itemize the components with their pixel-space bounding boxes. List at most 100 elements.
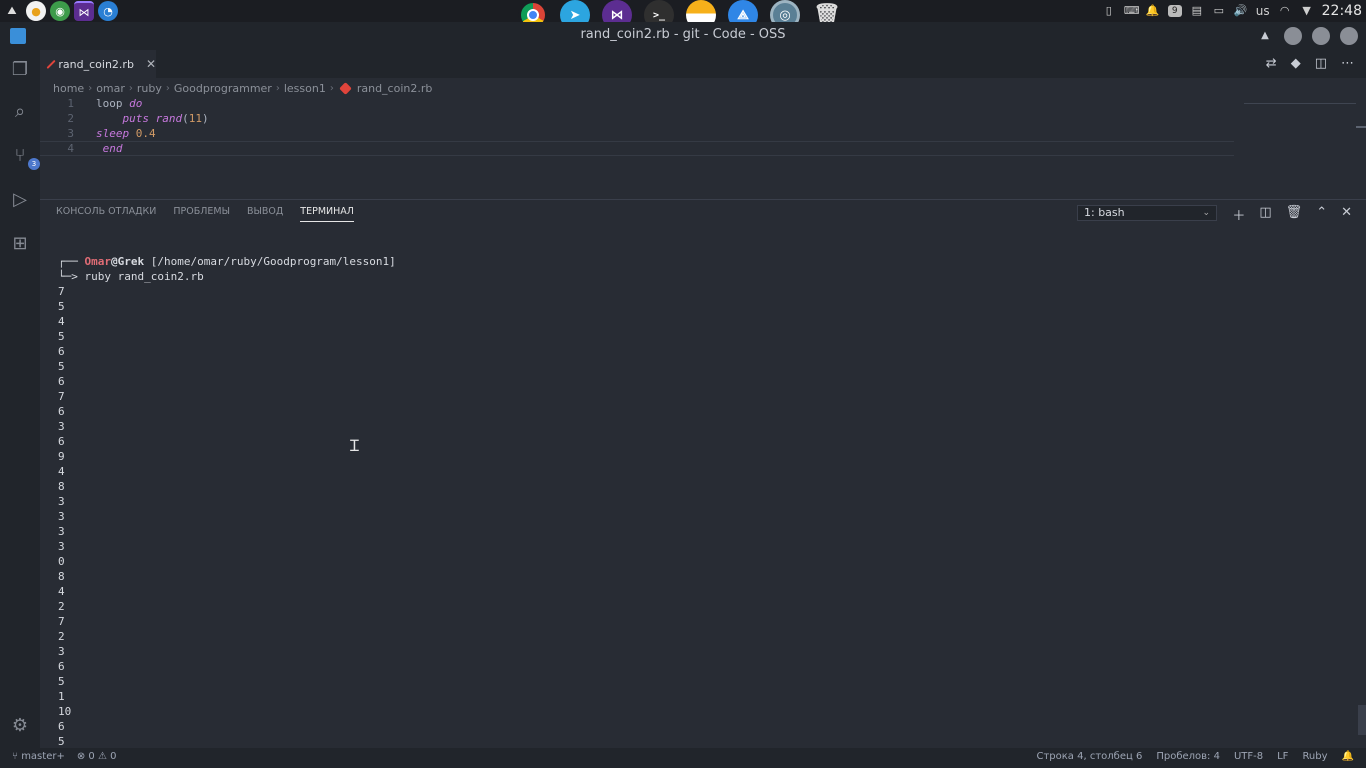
system-tray-right: ▯ ⌨ 🔔 9 ▤ ▭ 🔊 us ◠ ▼ 22:48 [1102, 0, 1362, 22]
minimize-button[interactable] [1284, 27, 1302, 45]
storage-icon[interactable]: ▤ [1190, 5, 1204, 17]
browser-taskbar-icon[interactable]: ◔ [98, 1, 118, 21]
chrome-taskbar-icon[interactable]: ◉ [50, 1, 70, 21]
terminal-output-line: 5 [58, 360, 65, 373]
terminal-select[interactable]: 1: bash ⌄ [1077, 205, 1217, 221]
tab-rand-coin2[interactable]: rand_coin2.rb ✕ [40, 50, 156, 78]
language-mode[interactable]: Ruby [1302, 751, 1327, 762]
trash-icon[interactable]: 🗑 [1286, 205, 1303, 224]
tab-terminal[interactable]: ТЕРМИНАЛ [300, 206, 354, 222]
scm-badge: 3 [28, 158, 40, 170]
window-controls: ▲ [1256, 27, 1358, 45]
split-terminal-icon[interactable]: ◫ [1259, 205, 1271, 224]
maximize-panel-icon[interactable]: ⌃ [1316, 205, 1327, 224]
explorer-icon[interactable]: ❐ [8, 58, 32, 82]
command-prefix: └─> [58, 270, 85, 283]
close-panel-icon[interactable]: ✕ [1341, 205, 1352, 224]
editor-scrollbar[interactable] [1356, 126, 1366, 128]
branch-indicator[interactable]: ⑂ master+ [12, 751, 65, 762]
search-icon[interactable]: ⌕ [8, 100, 32, 124]
notifications-bell-icon[interactable]: 🔔 [1342, 751, 1354, 762]
code-line-current[interactable]: 4 end [40, 141, 1234, 156]
breadcrumb-ruby[interactable]: ruby [137, 82, 162, 95]
breadcrumb-chevron-icon: › [128, 82, 133, 94]
command-text: ruby rand_coin2.rb [84, 270, 204, 283]
error-count: 0 [88, 751, 95, 762]
breadcrumb-file[interactable]: rand_coin2.rb [357, 82, 433, 95]
code-line[interactable]: 3 sleep 0.4 [40, 126, 1234, 141]
encoding[interactable]: UTF-8 [1234, 751, 1263, 762]
menu-arrow-icon[interactable]: ▼ [1300, 5, 1314, 17]
terminal-output-lines: 7 5 4 5 6 5 6 7 6 3 6 9 4 8 3 3 3 3 0 8 4 2 7 2 3 6 5 1 10 6 5 [58, 284, 396, 749]
problems-indicator[interactable]: ⊗ 0 ⚠ 0 [77, 751, 117, 762]
source-control-icon[interactable]: ⑂ 3 [8, 144, 40, 170]
terminal-output[interactable]: ┌── Omar@Grek [/home/omar/ruby/Goodprogr… [58, 254, 396, 749]
terminal-output-line: 0 [58, 555, 65, 568]
terminal-output-line: 6 [58, 660, 65, 673]
tab-problems[interactable]: ПРОБЛЕМЫ [173, 206, 230, 222]
keyboard-icon[interactable]: ⌨ [1124, 5, 1140, 17]
maximize-button[interactable] [1312, 27, 1330, 45]
bell-icon[interactable]: 🔔 [1146, 5, 1160, 17]
close-button[interactable] [1340, 27, 1358, 45]
keep-above-icon[interactable]: ▲ [1256, 27, 1274, 45]
branch-name: master+ [21, 751, 65, 762]
cursor-position[interactable]: Строка 4, столбец 6 [1036, 751, 1142, 762]
breadcrumb-lesson1[interactable]: lesson1 [284, 82, 326, 95]
code-editor[interactable]: 1 loop do 2 puts rand(11) 3 sleep 0.4 4 … [40, 96, 1366, 198]
terminal-output-line: 8 [58, 480, 65, 493]
volume-icon[interactable]: 🔊 [1234, 5, 1248, 17]
code-line[interactable]: 2 puts rand(11) [40, 111, 1234, 126]
line-number: 2 [67, 112, 74, 125]
battery-icon[interactable]: ▭ [1212, 5, 1226, 17]
terminal-select-value: 1: bash [1084, 206, 1125, 219]
minimap[interactable] [1244, 96, 1356, 104]
terminal-output-line: 3 [58, 420, 65, 433]
tab-output[interactable]: ВЫВОД [247, 206, 283, 222]
notes-app-icon[interactable]: ● [26, 1, 46, 21]
breadcrumb-chevron-icon: › [275, 82, 280, 94]
app-menu-icon[interactable]: ⛰ [2, 1, 22, 21]
new-terminal-icon[interactable]: ＋ [1232, 205, 1245, 224]
notification-count-icon[interactable]: 9 [1167, 5, 1182, 17]
breadcrumb-omar[interactable]: omar [96, 82, 125, 95]
indentation[interactable]: Пробелов: 4 [1156, 751, 1220, 762]
keyboard-layout-label[interactable]: us [1256, 4, 1270, 18]
terminal-output-line: 7 [58, 390, 65, 403]
terminal-output-line: 6 [58, 405, 65, 418]
vscode-taskbar-icon[interactable]: ⋈ [74, 1, 94, 21]
terminal-output-line: 6 [58, 435, 65, 448]
window-title-bar: rand_coin2.rb - git - Code - OSS ▲ [0, 22, 1366, 50]
warning-count: 0 [110, 751, 117, 762]
terminal-output-line: 10 [58, 705, 72, 718]
terminal-prompt-line: ┌── Omar@Grek [/home/omar/ruby/Goodprogr… [58, 254, 396, 269]
breadcrumb-home[interactable]: home [53, 82, 84, 95]
terminal-output-line: 3 [58, 510, 65, 523]
terminal-scrollbar[interactable] [1358, 705, 1366, 735]
extensions-icon[interactable]: ⊞ [8, 232, 32, 256]
compare-changes-icon[interactable]: ⇄ [1266, 56, 1277, 71]
split-editor-icon[interactable]: ◫ [1315, 56, 1327, 71]
end-of-line[interactable]: LF [1277, 751, 1288, 762]
terminal-output-line: 3 [58, 495, 65, 508]
code-line[interactable]: 1 loop do [40, 96, 1234, 111]
status-bar: ⑂ master+ ⊗ 0 ⚠ 0 Строка 4, столбец 6 Пр… [0, 748, 1366, 768]
terminal-output-line: 3 [58, 540, 65, 553]
git-open-icon[interactable]: ◆ [1291, 56, 1301, 71]
breadcrumb-goodprogrammer[interactable]: Goodprogrammer [174, 82, 272, 95]
gear-icon[interactable]: ⚙ [8, 714, 32, 738]
terminal-output-line: 4 [58, 585, 65, 598]
activity-bar: ❐ ⌕ ⑂ 3 ▷ ⊞ ⚙ [0, 50, 40, 748]
clipboard-icon[interactable]: ▯ [1102, 5, 1116, 17]
ruby-file-icon [46, 59, 56, 69]
code-text: end [102, 142, 123, 155]
run-debug-icon[interactable]: ▷ [8, 188, 32, 212]
clock[interactable]: 22:48 [1322, 3, 1362, 19]
wifi-icon[interactable]: ◠ [1278, 5, 1292, 17]
tab-debug-console[interactable]: КОНСОЛЬ ОТЛАДКИ [56, 206, 156, 222]
git-branch-icon: ⑂ [12, 751, 22, 762]
tab-close-icon[interactable]: ✕ [146, 57, 156, 71]
prompt-user: Omar [84, 255, 112, 268]
more-actions-icon[interactable]: ⋯ [1341, 56, 1354, 71]
terminal-output-line: 5 [58, 735, 65, 748]
